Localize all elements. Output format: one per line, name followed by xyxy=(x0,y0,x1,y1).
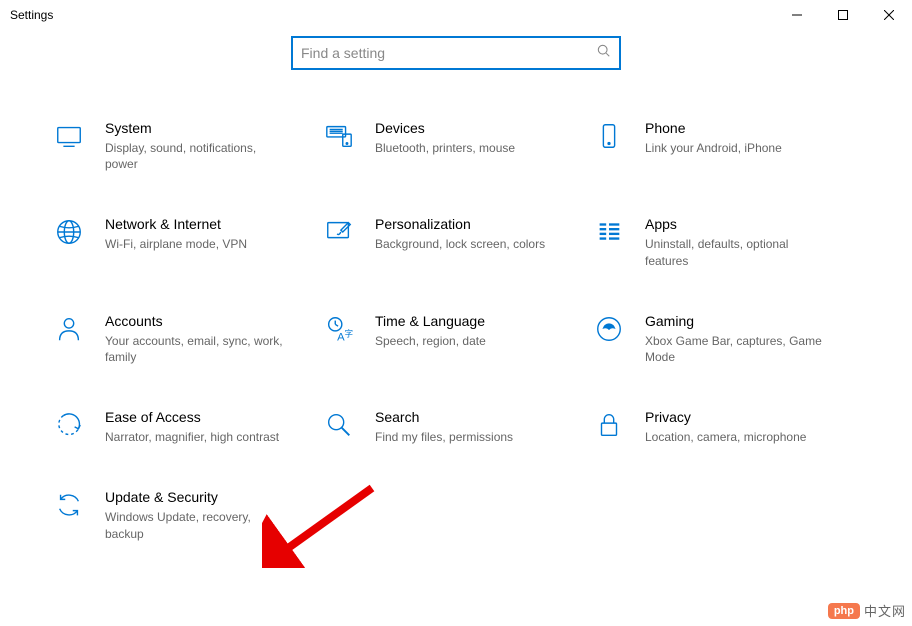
tile-desc: Display, sound, notifications, power xyxy=(105,140,285,172)
tile-desc: Location, camera, microphone xyxy=(645,429,806,445)
watermark: php 中文网 xyxy=(828,601,906,620)
tile-desc: Windows Update, recovery, backup xyxy=(105,509,285,541)
globe-icon xyxy=(51,214,87,250)
tile-update-security[interactable]: Update & Security Windows Update, recove… xyxy=(51,487,321,541)
search-icon xyxy=(597,44,611,63)
system-icon xyxy=(51,118,87,154)
settings-grid: System Display, sound, notifications, po… xyxy=(0,118,912,542)
devices-icon xyxy=(321,118,357,154)
tile-ease-of-access[interactable]: Ease of Access Narrator, magnifier, high… xyxy=(51,407,321,445)
tile-title: Time & Language xyxy=(375,313,486,329)
window-controls xyxy=(774,0,912,30)
tile-accounts[interactable]: Accounts Your accounts, email, sync, wor… xyxy=(51,311,321,365)
apps-icon xyxy=(591,214,627,250)
tile-desc: Narrator, magnifier, high contrast xyxy=(105,429,279,445)
tile-title: Devices xyxy=(375,120,515,136)
tile-desc: Find my files, permissions xyxy=(375,429,513,445)
tile-desc: Your accounts, email, sync, work, family xyxy=(105,333,285,365)
tile-title: Update & Security xyxy=(105,489,285,505)
search-input[interactable] xyxy=(301,45,597,61)
close-button[interactable] xyxy=(866,0,912,30)
lock-icon xyxy=(591,407,627,443)
tile-title: Personalization xyxy=(375,216,545,232)
tile-desc: Wi-Fi, airplane mode, VPN xyxy=(105,236,247,252)
svg-text:字: 字 xyxy=(345,328,353,338)
paintbrush-icon xyxy=(321,214,357,250)
tile-title: Ease of Access xyxy=(105,409,279,425)
tile-privacy[interactable]: Privacy Location, camera, microphone xyxy=(591,407,861,445)
tile-title: Privacy xyxy=(645,409,806,425)
tile-title: Search xyxy=(375,409,513,425)
tile-phone[interactable]: Phone Link your Android, iPhone xyxy=(591,118,861,172)
tile-time-language[interactable]: A字 Time & Language Speech, region, date xyxy=(321,311,591,365)
tile-desc: Speech, region, date xyxy=(375,333,486,349)
tile-gaming[interactable]: Gaming Xbox Game Bar, captures, Game Mod… xyxy=(591,311,861,365)
maximize-button[interactable] xyxy=(820,0,866,30)
tile-title: Network & Internet xyxy=(105,216,247,232)
tile-desc: Background, lock screen, colors xyxy=(375,236,545,252)
minimize-button[interactable] xyxy=(774,0,820,30)
time-language-icon: A字 xyxy=(321,311,357,347)
tile-desc: Link your Android, iPhone xyxy=(645,140,782,156)
phone-icon xyxy=(591,118,627,154)
person-icon xyxy=(51,311,87,347)
tile-title: Apps xyxy=(645,216,825,232)
tile-personalization[interactable]: Personalization Background, lock screen,… xyxy=(321,214,591,268)
window-titlebar: Settings xyxy=(0,0,912,30)
tile-system[interactable]: System Display, sound, notifications, po… xyxy=(51,118,321,172)
tile-apps[interactable]: Apps Uninstall, defaults, optional featu… xyxy=(591,214,861,268)
window-title: Settings xyxy=(10,8,53,22)
gaming-icon xyxy=(591,311,627,347)
tile-search[interactable]: Search Find my files, permissions xyxy=(321,407,591,445)
search-box[interactable] xyxy=(291,36,621,70)
tile-devices[interactable]: Devices Bluetooth, printers, mouse xyxy=(321,118,591,172)
tile-title: Phone xyxy=(645,120,782,136)
watermark-text: 中文网 xyxy=(864,601,906,620)
tile-title: Gaming xyxy=(645,313,825,329)
magnifier-icon xyxy=(321,407,357,443)
tile-title: Accounts xyxy=(105,313,285,329)
tile-title: System xyxy=(105,120,285,136)
search-container xyxy=(0,36,912,70)
ease-of-access-icon xyxy=(51,407,87,443)
tile-desc: Uninstall, defaults, optional features xyxy=(645,236,825,268)
tile-desc: Bluetooth, printers, mouse xyxy=(375,140,515,156)
tile-desc: Xbox Game Bar, captures, Game Mode xyxy=(645,333,825,365)
tile-network[interactable]: Network & Internet Wi-Fi, airplane mode,… xyxy=(51,214,321,268)
watermark-badge: php xyxy=(828,603,860,619)
update-icon xyxy=(51,487,87,523)
